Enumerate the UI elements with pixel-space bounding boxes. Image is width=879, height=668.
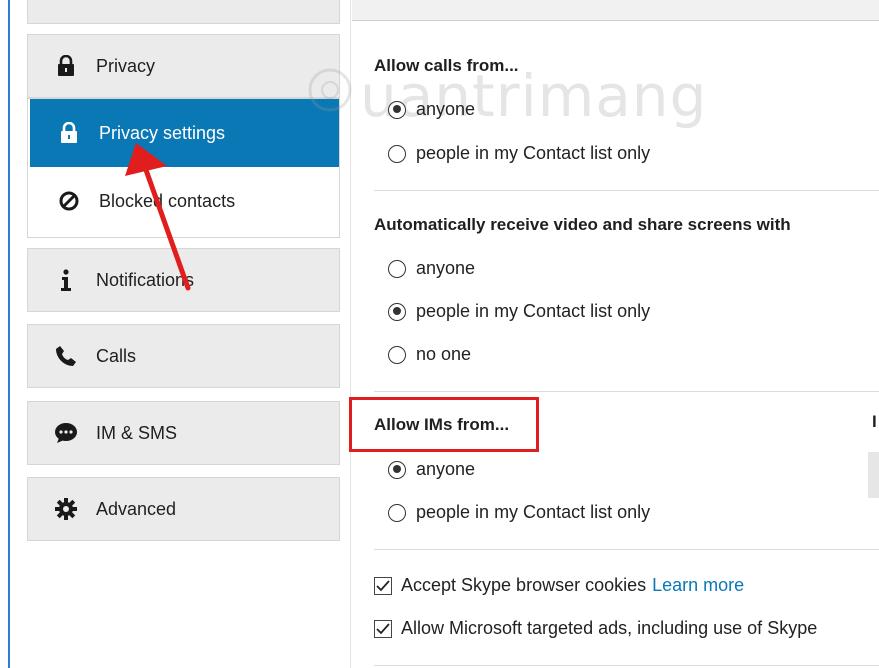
radio-button[interactable] <box>388 100 406 119</box>
chat-icon <box>52 422 80 444</box>
accept-cookies-checkbox-row[interactable]: Accept Skype browser cookies Learn more <box>374 575 744 596</box>
sidebar-item-label: Privacy <box>96 55 156 76</box>
checkbox[interactable] <box>374 619 392 638</box>
targeted-ads-checkbox-row[interactable]: Allow Microsoft targeted ads, including … <box>374 618 817 639</box>
privacy-settings-panel: Allow calls from... anyone people in my … <box>352 20 879 668</box>
sidebar-item-label: Calls <box>96 345 137 366</box>
checkbox[interactable] <box>374 576 392 595</box>
divider <box>374 190 879 191</box>
sidebar-item-label: Blocked contacts <box>99 190 236 211</box>
calls-option-anyone[interactable]: anyone <box>388 99 475 120</box>
phone-icon <box>52 345 80 367</box>
cut-off-control[interactable] <box>868 452 879 498</box>
highlight-box <box>349 397 539 452</box>
video-option-no-one[interactable]: no one <box>388 344 471 365</box>
sidebar-item-label: Advanced <box>96 498 177 519</box>
lock-icon <box>52 55 80 77</box>
sidebar-divider <box>350 0 351 668</box>
sidebar-item-privacy[interactable]: Privacy <box>27 34 340 98</box>
sidebar-item-blocked-contacts[interactable]: Blocked contacts <box>30 167 339 235</box>
sidebar-item-label: Notifications <box>96 269 195 290</box>
sidebar-item-privacy-settings[interactable]: Privacy settings <box>30 99 339 167</box>
block-icon <box>55 191 83 211</box>
divider <box>374 391 879 392</box>
video-option-anyone[interactable]: anyone <box>388 258 475 279</box>
radio-button[interactable] <box>388 345 406 364</box>
radio-button[interactable] <box>388 259 406 278</box>
check-icon <box>376 622 390 634</box>
video-option-contacts[interactable]: people in my Contact list only <box>388 301 650 322</box>
divider <box>374 549 879 550</box>
check-icon <box>376 579 390 591</box>
divider <box>374 665 879 666</box>
gear-icon <box>52 498 80 520</box>
content-top-bar <box>352 0 879 21</box>
radio-button[interactable] <box>388 302 406 321</box>
sidebar-item-label: Privacy settings <box>99 122 226 143</box>
radio-button[interactable] <box>388 144 406 163</box>
sidebar-item-calls[interactable]: Calls <box>27 324 340 388</box>
ims-option-contacts[interactable]: people in my Contact list only <box>388 502 650 523</box>
cut-off-text: I <box>872 412 877 431</box>
radio-button[interactable] <box>388 503 406 522</box>
ims-option-anyone[interactable]: anyone <box>388 459 475 480</box>
sidebar-item-advanced[interactable]: Advanced <box>27 477 340 541</box>
sidebar-item-notifications[interactable]: Notifications <box>27 248 340 312</box>
learn-more-link[interactable]: Learn more <box>652 575 744 596</box>
sidebar-item-im-sms[interactable]: IM & SMS <box>27 401 340 465</box>
calls-option-contacts[interactable]: people in my Contact list only <box>388 143 650 164</box>
radio-button[interactable] <box>388 460 406 479</box>
sidebar-item-previous[interactable] <box>27 0 340 24</box>
video-heading: Automatically receive video and share sc… <box>374 215 791 234</box>
info-icon <box>52 269 80 291</box>
sidebar-item-label: IM & SMS <box>96 422 178 443</box>
lock-icon <box>55 122 83 144</box>
calls-heading: Allow calls from... <box>374 56 519 75</box>
